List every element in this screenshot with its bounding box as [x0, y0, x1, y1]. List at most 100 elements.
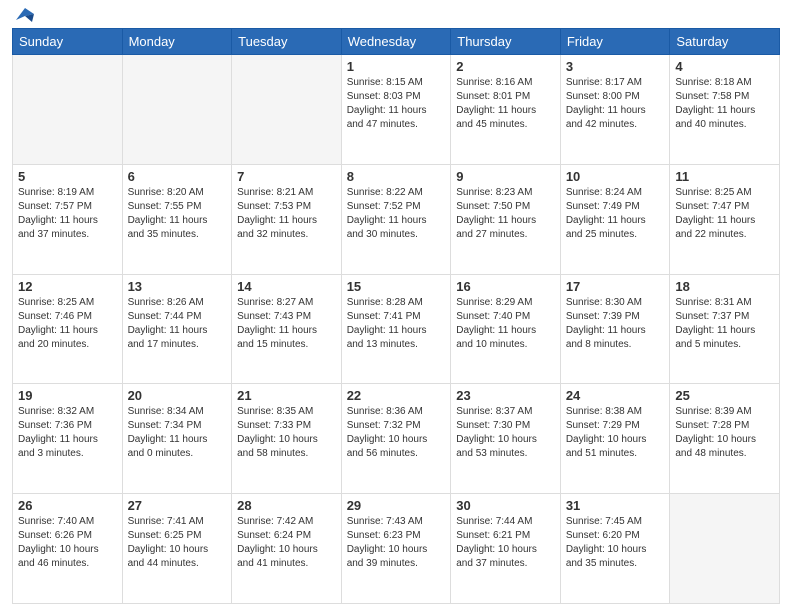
calendar-cell: 14 Sunrise: 8:27 AM Sunset: 7:43 PM Dayli… [232, 274, 342, 384]
weekday-header-thursday: Thursday [451, 29, 561, 55]
day-number: 10 [566, 169, 665, 184]
day-number: 12 [18, 279, 117, 294]
calendar-cell: 18 Sunrise: 8:31 AM Sunset: 7:37 PM Dayli… [670, 274, 780, 384]
day-info: Sunrise: 8:27 AM Sunset: 7:43 PM Dayligh… [237, 296, 336, 352]
day-info: Sunrise: 8:32 AM Sunset: 7:36 PM Dayligh… [18, 405, 117, 461]
week-row-4: 19 Sunrise: 8:32 AM Sunset: 7:36 PM Dayli… [13, 384, 780, 494]
day-info: Sunrise: 8:29 AM Sunset: 7:40 PM Dayligh… [456, 296, 555, 352]
weekday-header-tuesday: Tuesday [232, 29, 342, 55]
logo [12, 10, 36, 20]
calendar-cell: 16 Sunrise: 8:29 AM Sunset: 7:40 PM Dayli… [451, 274, 561, 384]
calendar-cell: 15Sunrise: 8:28 AM Sunset: 7:41 PM Dayli… [341, 274, 451, 384]
week-row-5: 26 Sunrise: 7:40 AM Sunset: 6:26 PM Dayli… [13, 494, 780, 604]
week-row-3: 12 Sunrise: 8:25 AM Sunset: 7:46 PM Dayli… [13, 274, 780, 384]
calendar-cell: 6 Sunrise: 8:20 AM Sunset: 7:55 PM Daylig… [122, 164, 232, 274]
day-number: 1 [347, 59, 446, 74]
calendar-cell: 9 Sunrise: 8:23 AM Sunset: 7:50 PM Daylig… [451, 164, 561, 274]
day-number: 16 [456, 279, 555, 294]
day-info: Sunrise: 7:43 AM Sunset: 6:23 PM Dayligh… [347, 515, 446, 571]
calendar-cell: 4 Sunrise: 8:18 AM Sunset: 7:58 PM Daylig… [670, 55, 780, 165]
day-info: Sunrise: 8:18 AM Sunset: 7:58 PM Dayligh… [675, 76, 774, 132]
calendar-cell: 1 Sunrise: 8:15 AM Sunset: 8:03 PM Daylig… [341, 55, 451, 165]
calendar-cell: 3 Sunrise: 8:17 AM Sunset: 8:00 PM Daylig… [560, 55, 670, 165]
calendar-cell: 5Sunrise: 8:19 AM Sunset: 7:57 PM Daylig… [13, 164, 123, 274]
day-number: 14 [237, 279, 336, 294]
calendar-cell [670, 494, 780, 604]
calendar-cell: 7Sunrise: 8:21 AM Sunset: 7:53 PM Daylig… [232, 164, 342, 274]
day-number: 23 [456, 388, 555, 403]
weekday-header-sunday: Sunday [13, 29, 123, 55]
calendar-cell: 31Sunrise: 7:45 AM Sunset: 6:20 PM Dayli… [560, 494, 670, 604]
calendar-cell: 13 Sunrise: 8:26 AM Sunset: 7:44 PM Dayli… [122, 274, 232, 384]
calendar-cell: 27 Sunrise: 7:41 AM Sunset: 6:25 PM Dayli… [122, 494, 232, 604]
calendar-cell: 10 Sunrise: 8:24 AM Sunset: 7:49 PM Dayli… [560, 164, 670, 274]
header [12, 10, 780, 20]
day-info: Sunrise: 8:28 AM Sunset: 7:41 PM Dayligh… [347, 296, 446, 352]
calendar-cell: 29 Sunrise: 7:43 AM Sunset: 6:23 PM Dayli… [341, 494, 451, 604]
calendar-table: SundayMondayTuesdayWednesdayThursdayFrid… [12, 28, 780, 604]
day-number: 27 [128, 498, 227, 513]
day-info: Sunrise: 7:40 AM Sunset: 6:26 PM Dayligh… [18, 515, 117, 571]
day-info: Sunrise: 8:39 AM Sunset: 7:28 PM Dayligh… [675, 405, 774, 461]
calendar-cell: 21 Sunrise: 8:35 AM Sunset: 7:33 PM Dayli… [232, 384, 342, 494]
calendar-cell: 2Sunrise: 8:16 AM Sunset: 8:01 PM Daylig… [451, 55, 561, 165]
day-number: 24 [566, 388, 665, 403]
day-number: 3 [566, 59, 665, 74]
day-number: 25 [675, 388, 774, 403]
logo-bird-icon [14, 6, 36, 24]
day-info: Sunrise: 8:34 AM Sunset: 7:34 PM Dayligh… [128, 405, 227, 461]
day-info: Sunrise: 8:36 AM Sunset: 7:32 PM Dayligh… [347, 405, 446, 461]
day-number: 18 [675, 279, 774, 294]
day-number: 30 [456, 498, 555, 513]
calendar-cell: 8Sunrise: 8:22 AM Sunset: 7:52 PM Daylig… [341, 164, 451, 274]
day-number: 17 [566, 279, 665, 294]
day-number: 29 [347, 498, 446, 513]
day-number: 31 [566, 498, 665, 513]
day-info: Sunrise: 8:17 AM Sunset: 8:00 PM Dayligh… [566, 76, 665, 132]
calendar-cell: 23 Sunrise: 8:37 AM Sunset: 7:30 PM Dayli… [451, 384, 561, 494]
day-info: Sunrise: 8:30 AM Sunset: 7:39 PM Dayligh… [566, 296, 665, 352]
day-number: 28 [237, 498, 336, 513]
day-number: 2 [456, 59, 555, 74]
week-row-1: 1 Sunrise: 8:15 AM Sunset: 8:03 PM Daylig… [13, 55, 780, 165]
day-number: 4 [675, 59, 774, 74]
day-info: Sunrise: 8:38 AM Sunset: 7:29 PM Dayligh… [566, 405, 665, 461]
day-info: Sunrise: 8:20 AM Sunset: 7:55 PM Dayligh… [128, 186, 227, 242]
weekday-header-saturday: Saturday [670, 29, 780, 55]
day-info: Sunrise: 8:15 AM Sunset: 8:03 PM Dayligh… [347, 76, 446, 132]
calendar-cell [13, 55, 123, 165]
calendar-cell: 24 Sunrise: 8:38 AM Sunset: 7:29 PM Dayli… [560, 384, 670, 494]
day-info: Sunrise: 8:25 AM Sunset: 7:47 PM Dayligh… [675, 186, 774, 242]
day-number: 6 [128, 169, 227, 184]
weekday-header-row: SundayMondayTuesdayWednesdayThursdayFrid… [13, 29, 780, 55]
weekday-header-friday: Friday [560, 29, 670, 55]
day-number: 5 [18, 169, 117, 184]
day-number: 11 [675, 169, 774, 184]
page-container: SundayMondayTuesdayWednesdayThursdayFrid… [0, 0, 792, 612]
day-info: Sunrise: 8:35 AM Sunset: 7:33 PM Dayligh… [237, 405, 336, 461]
day-number: 13 [128, 279, 227, 294]
weekday-header-monday: Monday [122, 29, 232, 55]
day-number: 9 [456, 169, 555, 184]
day-number: 26 [18, 498, 117, 513]
day-info: Sunrise: 8:24 AM Sunset: 7:49 PM Dayligh… [566, 186, 665, 242]
day-info: Sunrise: 7:41 AM Sunset: 6:25 PM Dayligh… [128, 515, 227, 571]
day-info: Sunrise: 8:25 AM Sunset: 7:46 PM Dayligh… [18, 296, 117, 352]
calendar-cell: 17 Sunrise: 8:30 AM Sunset: 7:39 PM Dayli… [560, 274, 670, 384]
day-info: Sunrise: 8:37 AM Sunset: 7:30 PM Dayligh… [456, 405, 555, 461]
calendar-cell: 19 Sunrise: 8:32 AM Sunset: 7:36 PM Dayli… [13, 384, 123, 494]
week-row-2: 5Sunrise: 8:19 AM Sunset: 7:57 PM Daylig… [13, 164, 780, 274]
day-info: Sunrise: 8:22 AM Sunset: 7:52 PM Dayligh… [347, 186, 446, 242]
day-number: 19 [18, 388, 117, 403]
calendar-cell [232, 55, 342, 165]
day-info: Sunrise: 8:23 AM Sunset: 7:50 PM Dayligh… [456, 186, 555, 242]
calendar-cell: 30 Sunrise: 7:44 AM Sunset: 6:21 PM Dayli… [451, 494, 561, 604]
calendar-cell: 11 Sunrise: 8:25 AM Sunset: 7:47 PM Dayli… [670, 164, 780, 274]
day-number: 21 [237, 388, 336, 403]
calendar-cell: 20Sunrise: 8:34 AM Sunset: 7:34 PM Dayli… [122, 384, 232, 494]
day-info: Sunrise: 8:26 AM Sunset: 7:44 PM Dayligh… [128, 296, 227, 352]
day-number: 22 [347, 388, 446, 403]
day-info: Sunrise: 8:31 AM Sunset: 7:37 PM Dayligh… [675, 296, 774, 352]
day-info: Sunrise: 7:42 AM Sunset: 6:24 PM Dayligh… [237, 515, 336, 571]
day-info: Sunrise: 7:44 AM Sunset: 6:21 PM Dayligh… [456, 515, 555, 571]
